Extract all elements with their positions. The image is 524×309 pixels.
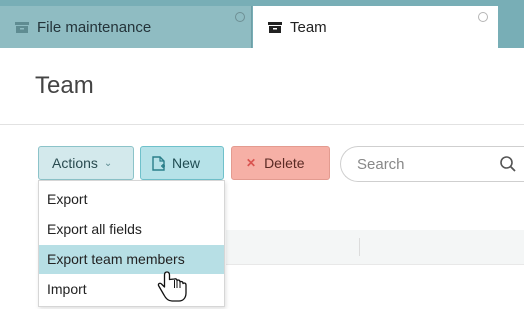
tab-file-maintenance[interactable]: File maintenance [0,6,252,48]
menu-item-export-all-fields[interactable]: Export all fields [39,215,224,244]
archive-box-icon [267,19,283,35]
search-box[interactable] [340,146,524,182]
tab-label: File maintenance [37,18,152,36]
tab-bar: File maintenance Team [0,0,524,48]
hand-pointer-cursor-icon [155,270,191,304]
new-button[interactable]: New [140,146,224,180]
actions-menu: Export Export all fields Export team mem… [38,180,225,307]
tab-close-icon[interactable] [235,12,245,22]
new-label: New [172,155,201,171]
search-input[interactable] [355,155,479,174]
actions-label: Actions [52,155,98,171]
delete-label: Delete [264,155,305,171]
archive-box-icon [14,19,30,35]
menu-item-export-team-members[interactable]: Export team members [39,245,224,274]
column-separator [359,238,360,256]
menu-item-import[interactable]: Import [39,275,224,304]
table-header [226,230,524,265]
page-title: Team [35,72,94,99]
search-icon[interactable] [499,155,517,173]
delete-button[interactable]: ✕ Delete [231,146,330,180]
actions-button[interactable]: Actions ⌄ [38,146,134,180]
new-document-icon [152,155,165,171]
tab-close-icon[interactable] [478,12,488,22]
close-x-icon: ✕ [246,156,257,170]
divider [0,124,524,125]
tab-team[interactable]: Team [253,6,498,48]
tab-label: Team [290,18,327,36]
chevron-down-icon: ⌄ [103,157,113,169]
menu-item-export[interactable]: Export [39,185,224,214]
